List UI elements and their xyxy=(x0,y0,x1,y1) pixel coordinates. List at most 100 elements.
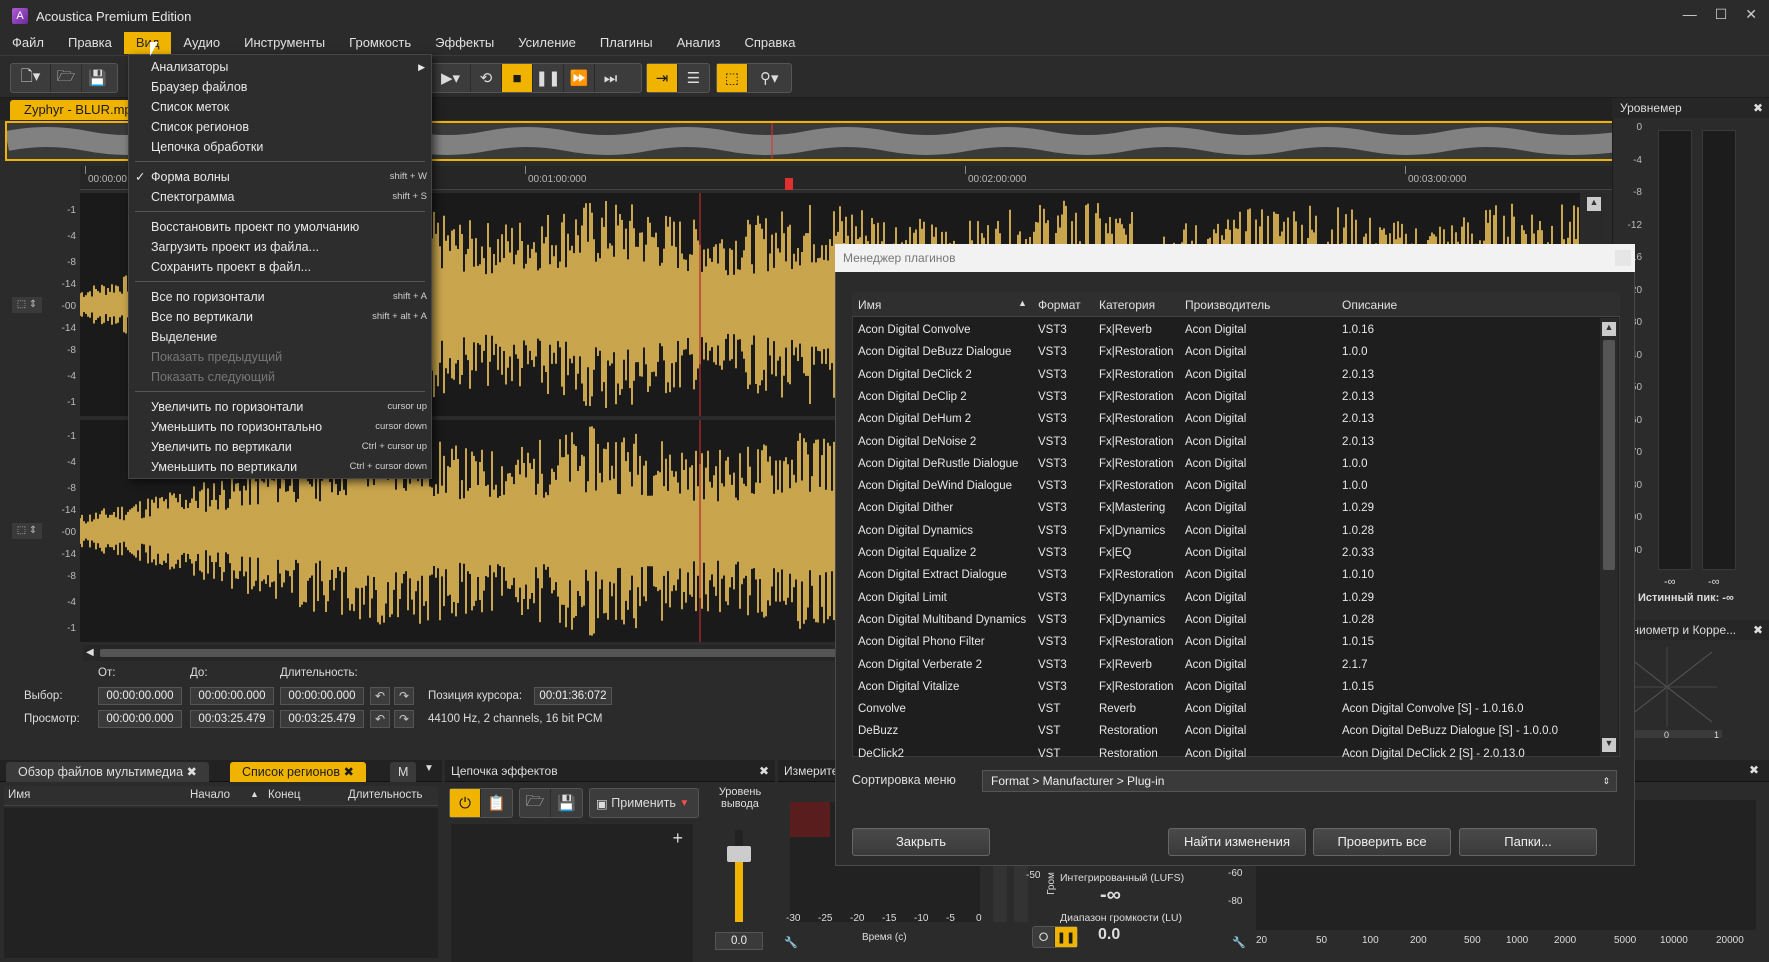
menu-item[interactable]: Все по горизонтали shift + A xyxy=(129,287,431,307)
menu-volume[interactable]: Громкость xyxy=(337,32,423,54)
redo-preview-icon[interactable]: ↷ xyxy=(394,710,414,728)
col-description[interactable]: Описание xyxy=(1342,298,1397,312)
menu-edit[interactable]: Правка xyxy=(56,32,124,54)
menu-item[interactable]: Все по вертикали shift + alt + A xyxy=(129,307,431,327)
output-level-slider[interactable] xyxy=(735,830,743,922)
follow-button[interactable]: ⇥ xyxy=(647,64,678,92)
table-row[interactable]: Acon Digital DeHum 2 VST3 Fx|Restoration Ac… xyxy=(852,409,1597,431)
col-format[interactable]: Формат xyxy=(1038,298,1081,312)
channel-handle-icon[interactable]: ⬚ ⇕ xyxy=(12,297,42,313)
col-category[interactable]: Категория xyxy=(1099,298,1155,312)
menu-item[interactable]: Загрузить проект из файла... xyxy=(129,237,431,257)
table-row[interactable]: Acon Digital DeWind Dialogue VST3 Fx|Resto… xyxy=(852,476,1597,498)
cursor-position-field[interactable]: 00:01:36:072 xyxy=(534,687,612,705)
wrench-icon[interactable]: 🔧 xyxy=(784,936,798,949)
output-level-value[interactable]: 0.0 xyxy=(715,932,763,950)
col-length[interactable]: Длительность xyxy=(348,789,423,801)
scroll-up-icon[interactable]: ▲ xyxy=(1587,197,1601,211)
display-button[interactable]: ☰ xyxy=(678,64,709,92)
table-row[interactable]: Acon Digital Equalize 2 VST3 Fx|EQ Acon Dig… xyxy=(852,543,1597,565)
select-length-field[interactable]: 00:00:00.000 xyxy=(280,687,364,705)
regions-list[interactable] xyxy=(4,808,438,958)
forward-button[interactable]: ⏩ xyxy=(564,64,595,92)
end-button[interactable]: ⏭ xyxy=(595,64,626,92)
reset-button[interactable]: ⭘ xyxy=(1033,927,1055,947)
loop-button[interactable]: ⟲ xyxy=(471,64,502,92)
tab-regions[interactable]: Список регионов ✖ xyxy=(230,762,366,782)
chain-open-button[interactable]: 🗁 xyxy=(520,789,551,817)
menu-item[interactable]: Уменьшить по вертикали Ctrl + cursor down xyxy=(129,457,431,477)
apply-button[interactable]: ▣ Применить ▼ xyxy=(589,788,699,818)
table-row[interactable]: Acon Digital DeNoise 2 VST3 Fx|Restoration… xyxy=(852,432,1597,454)
stop-button[interactable]: ■ xyxy=(502,64,533,92)
menu-item[interactable]: Восстановить проект по умолчанию xyxy=(129,217,431,237)
col-name[interactable]: Имя xyxy=(8,789,30,801)
select-to-field[interactable]: 00:00:00.000 xyxy=(190,687,274,705)
menu-item[interactable]: ✓ Форма волны shift + W xyxy=(129,167,431,187)
close-button[interactable]: Закрыть xyxy=(852,828,990,856)
table-row[interactable]: Acon Digital Dynamics VST3 Fx|Dynamics Acon… xyxy=(852,521,1597,543)
table-row[interactable]: Acon Digital Verberate 2 VST3 Fx|Reverb Aco… xyxy=(852,655,1597,677)
menu-item[interactable]: Цепочка обработки xyxy=(129,137,431,157)
close-spectrum-icon[interactable]: ✖ xyxy=(1749,763,1759,777)
chevron-down-icon[interactable]: ▼ xyxy=(424,763,434,774)
table-row[interactable]: Acon Digital DeBuzz Dialogue VST3 Fx|Resto… xyxy=(852,342,1597,364)
new-file-button[interactable]: 🗋▾ xyxy=(11,64,51,92)
menu-help[interactable]: Справка xyxy=(732,32,807,54)
wrench-icon[interactable]: 🔧 xyxy=(1232,936,1246,949)
menu-audio[interactable]: Аудио xyxy=(171,32,232,54)
menu-item[interactable]: Увеличить по горизонтали cursor up xyxy=(129,397,431,417)
col-start[interactable]: Начало xyxy=(190,789,230,801)
table-row[interactable]: Acon Digital DeClip 2 VST3 Fx|Restoration A… xyxy=(852,387,1597,409)
table-row[interactable]: DeClick2 VST Restoration Acon Digital Acon D… xyxy=(852,744,1597,766)
chain-save-button[interactable]: 💾 xyxy=(551,789,582,817)
menu-analysis[interactable]: Анализ xyxy=(665,32,733,54)
close-dialog-icon[interactable] xyxy=(1615,250,1631,266)
undo-selection-icon[interactable]: ↶ xyxy=(370,687,390,705)
playhead-marker[interactable] xyxy=(785,178,793,190)
effects-list[interactable]: + xyxy=(451,824,693,962)
add-effect-icon[interactable]: + xyxy=(672,828,683,849)
close-tab-icon[interactable]: ✖ xyxy=(343,765,353,779)
table-row[interactable]: Acon Digital Multiband Dynamics VST3 Fx|Dy… xyxy=(852,610,1597,632)
col-end[interactable]: Конец xyxy=(268,789,300,801)
menu-item[interactable]: Анализаторы ▶ xyxy=(129,57,431,77)
select-tool-button[interactable]: ⬚ xyxy=(717,64,748,92)
save-button[interactable]: 💾 xyxy=(82,64,113,92)
pause-button[interactable]: ❚❚ xyxy=(533,64,564,92)
close-gonio-icon[interactable]: ✖ xyxy=(1753,620,1763,640)
plugin-scroll-thumb[interactable] xyxy=(1603,340,1615,570)
play-button[interactable]: ▶▾ xyxy=(431,64,471,92)
table-row[interactable]: Acon Digital Dither VST3 Fx|Mastering Acon … xyxy=(852,498,1597,520)
menu-item[interactable]: Сохранить проект в файл... xyxy=(129,257,431,277)
menu-item[interactable]: Список регионов xyxy=(129,117,431,137)
sort-menu-select[interactable]: Format > Manufacturer > Plug-in ⇕ xyxy=(982,770,1617,792)
menu-item[interactable]: Браузер файлов xyxy=(129,77,431,97)
table-row[interactable]: Acon Digital DeClick 2 VST3 Fx|Restoration… xyxy=(852,365,1597,387)
preview-to-field[interactable]: 00:03:25.479 xyxy=(190,710,274,728)
col-plugin-name[interactable]: Имя xyxy=(858,298,881,312)
clipboard-button[interactable]: 📋 xyxy=(481,789,512,817)
close-tab-icon[interactable]: ✖ xyxy=(187,765,197,779)
channel-handle-icon[interactable]: ⬚ ⇕ xyxy=(12,523,42,539)
power-button[interactable]: ⏻ xyxy=(450,789,481,817)
close-chain-icon[interactable]: ✖ xyxy=(759,760,769,782)
preview-from-field[interactable]: 00:00:00.000 xyxy=(98,710,182,728)
menu-plugins[interactable]: Плагины xyxy=(588,32,665,54)
undo-preview-icon[interactable]: ↶ xyxy=(370,710,390,728)
table-row[interactable]: Acon Digital Phono Filter VST3 Fx|Restorat… xyxy=(852,632,1597,654)
scroll-up-icon[interactable]: ▲ xyxy=(1602,322,1616,336)
menu-item[interactable]: Спектограмма shift + S xyxy=(129,187,431,207)
menu-item[interactable]: Выделение xyxy=(129,327,431,347)
menu-view[interactable]: Вид xyxy=(123,32,172,54)
close-meter-icon[interactable]: ✖ xyxy=(1753,98,1763,118)
pause-meter-button[interactable]: ❚❚ xyxy=(1055,927,1077,947)
folders-button[interactable]: Папки... xyxy=(1459,828,1597,856)
select-from-field[interactable]: 00:00:00.000 xyxy=(98,687,182,705)
check-all-button[interactable]: Проверить все xyxy=(1313,828,1451,856)
scroll-down-icon[interactable]: ▼ xyxy=(1602,738,1616,752)
menu-tools[interactable]: Инструменты xyxy=(232,32,337,54)
tab-media-browser[interactable]: Обзор файлов мультимедиа ✖ xyxy=(6,762,210,782)
close-window-icon[interactable]: ✕ xyxy=(1745,6,1757,23)
col-manufacturer[interactable]: Производитель xyxy=(1185,298,1270,312)
